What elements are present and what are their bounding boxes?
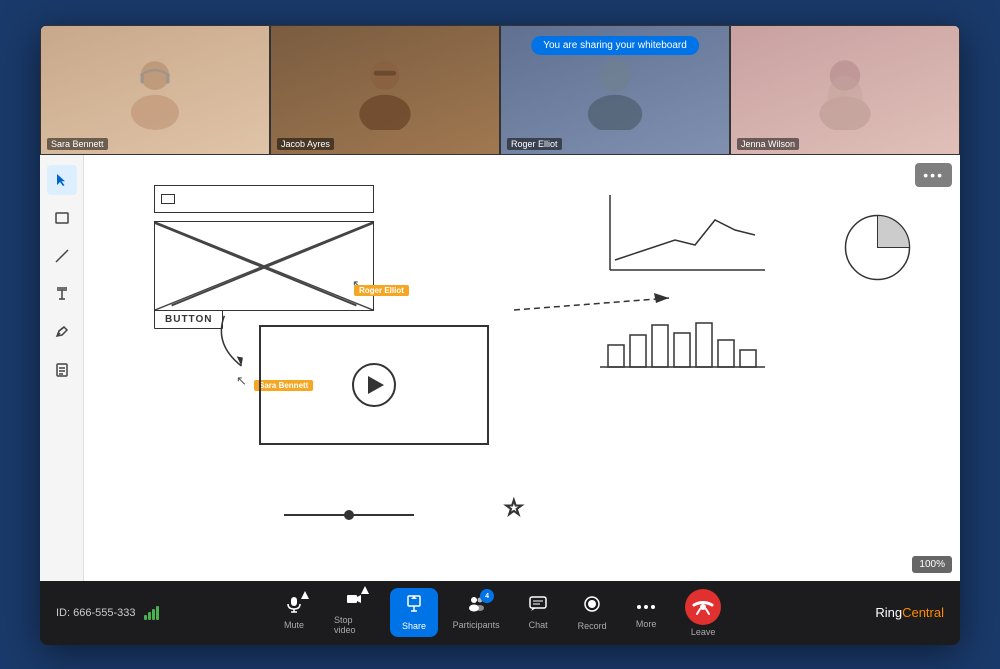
leave-button[interactable]: Leave: [676, 583, 730, 643]
cursor-tool[interactable]: [47, 165, 77, 195]
share-button[interactable]: Share: [390, 588, 438, 637]
play-triangle-icon: [368, 376, 384, 394]
slider-track: [284, 514, 414, 516]
app-window: Sara Bennett Jacob Ayres You are shar: [40, 25, 960, 645]
whiteboard-content: ••• BUTTON ↖ Ro: [84, 155, 960, 581]
chat-button[interactable]: Chat: [514, 589, 562, 636]
more-label: More: [636, 619, 657, 629]
stop-video-button[interactable]: Stop video: [324, 584, 384, 641]
participants-label: Participants: [453, 620, 500, 630]
participant-tile-jenna[interactable]: Jenna Wilson: [730, 25, 960, 155]
participants-icon: 4: [466, 595, 486, 618]
record-button[interactable]: Record: [568, 588, 616, 637]
main-area: ••• BUTTON ↖ Ro: [40, 155, 960, 581]
leave-label: Leave: [691, 627, 716, 637]
bottom-left: ID: 666-555-333: [56, 606, 206, 620]
signal-bar-1: [144, 615, 147, 620]
whiteboard-toolbar: [40, 155, 84, 581]
meeting-id: ID: 666-555-333: [56, 607, 136, 619]
roger-cursor-label: Roger Elliot: [354, 285, 409, 296]
more-icon: [636, 596, 656, 617]
line-chart: [595, 185, 775, 285]
share-label: Share: [402, 621, 426, 631]
bottom-right: RingCentral: [875, 605, 944, 620]
line-tool[interactable]: [47, 241, 77, 271]
participant-tile-sara[interactable]: Sara Bennett: [40, 25, 270, 155]
wireframe-play-button: [352, 363, 396, 407]
wireframe-image-placeholder: [154, 221, 374, 311]
participant-tile-jacob[interactable]: Jacob Ayres: [270, 25, 500, 155]
bottom-bar: ID: 666-555-333: [40, 581, 960, 645]
stop-video-label: Stop video: [334, 615, 374, 635]
slider-thumb: [344, 510, 354, 520]
participant-tile-roger[interactable]: You are sharing your whiteboard Roger El…: [500, 25, 730, 155]
chat-label: Chat: [529, 620, 548, 630]
participant-name-sara: Sara Bennett: [47, 138, 108, 150]
mute-button[interactable]: Mute: [270, 589, 318, 636]
share-icon: [404, 594, 424, 619]
participant-count-badge: 4: [480, 589, 494, 603]
wireframe-video-box: [259, 325, 489, 445]
signal-bar-3: [152, 609, 155, 620]
sharing-banner: You are sharing your whiteboard: [531, 36, 699, 55]
star-icon: ☆: [504, 495, 524, 521]
participants-button[interactable]: 4 Participants: [444, 589, 508, 636]
wireframe-slider: [284, 514, 414, 516]
whiteboard[interactable]: ••• BUTTON ↖ Ro: [84, 155, 960, 581]
pen-tool[interactable]: [47, 317, 77, 347]
zoom-indicator: 100%: [912, 556, 952, 573]
wireframe-container: [154, 185, 374, 311]
video-icon: [345, 590, 363, 613]
participant-name-jacob: Jacob Ayres: [277, 138, 334, 150]
rectangle-tool[interactable]: [47, 203, 77, 233]
leave-icon: [685, 589, 721, 625]
participant-name-jenna: Jenna Wilson: [737, 138, 799, 150]
participant-name-roger: Roger Elliot: [507, 138, 562, 150]
bottom-center-controls: Mute Stop video: [270, 583, 730, 643]
whiteboard-more-button[interactable]: •••: [915, 163, 952, 187]
signal-strength-icon: [144, 606, 159, 620]
signal-bar-2: [148, 612, 151, 620]
wireframe-input-box: [154, 185, 374, 213]
chat-icon: [528, 595, 548, 618]
record-icon: [582, 594, 602, 619]
pie-chart: [840, 210, 915, 285]
mute-label: Mute: [284, 620, 304, 630]
text-tool[interactable]: [47, 279, 77, 309]
wireframe-input-icon: [161, 194, 175, 204]
brand-logo: RingCentral: [875, 605, 944, 620]
participants-strip: Sara Bennett Jacob Ayres You are shar: [40, 25, 960, 155]
document-tool[interactable]: [47, 355, 77, 385]
more-button[interactable]: More: [622, 590, 670, 635]
signal-bar-4: [156, 606, 159, 620]
bar-chart: [590, 295, 775, 375]
mic-icon: [285, 595, 303, 618]
record-label: Record: [578, 621, 607, 631]
